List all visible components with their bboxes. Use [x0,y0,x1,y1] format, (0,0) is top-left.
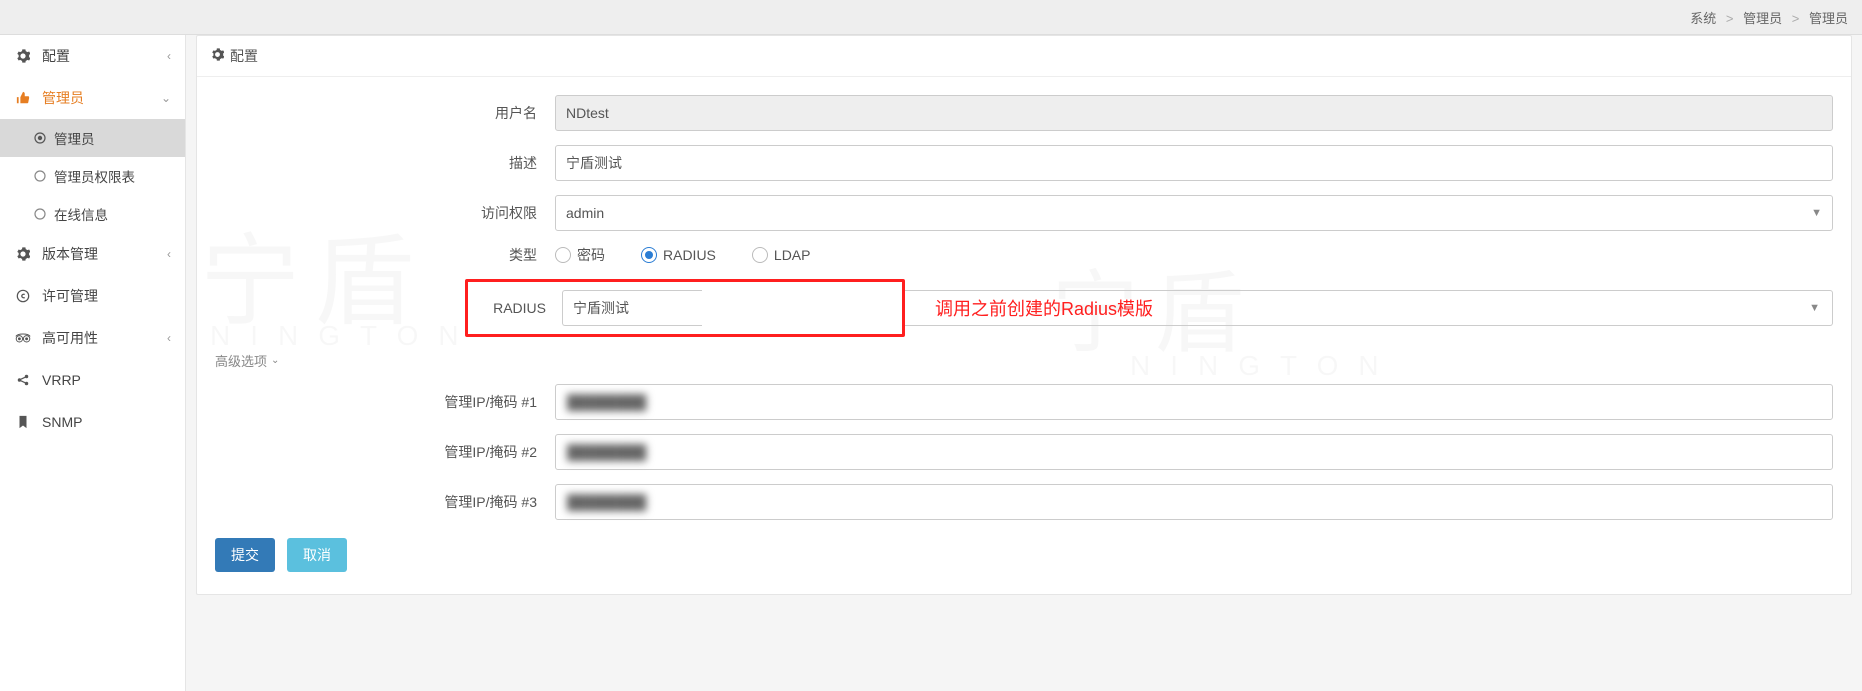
sidebar-item-label: 高可用性 [42,328,98,348]
radio-icon [641,247,657,263]
breadcrumb-2[interactable]: 管理员 [1743,11,1782,26]
username-value: NDtest [566,105,609,121]
annotation-text: 调用之前创建的Radius模版 [935,295,1153,321]
sidebar-item-admin[interactable]: 管理员 ⌄ [0,77,185,119]
tripadvisor-icon [14,332,32,344]
radio-label: LDAP [774,247,811,263]
content-area: 配置 用户名 NDtest 描述 [186,35,1862,691]
config-panel: 配置 用户名 NDtest 描述 [196,35,1852,595]
desc-label: 描述 [215,153,555,173]
radio-empty-icon [34,208,46,220]
breadcrumb-3[interactable]: 管理员 [1809,11,1848,26]
panel-title: 配置 [230,46,258,66]
chevron-left-icon: ‹ [167,331,171,345]
breadcrumb-sep: > [1792,11,1800,26]
sidebar-item-label: 版本管理 [42,244,98,264]
share-icon [14,373,32,387]
sidebar-subitem-label: 管理员 [54,128,95,148]
radio-icon [555,247,571,263]
type-radio-radius[interactable]: RADIUS [641,247,716,263]
sidebar-subitem-online[interactable]: 在线信息 [0,195,185,233]
submit-button[interactable]: 提交 [215,538,275,572]
type-radio-password[interactable]: 密码 [555,245,605,265]
panel-header: 配置 [197,36,1851,77]
cog-icon [14,247,32,261]
radio-icon [752,247,768,263]
radio-label: RADIUS [663,247,716,263]
sidebar-item-snmp[interactable]: SNMP [0,401,185,443]
breadcrumb-sep: > [1726,11,1734,26]
sidebar-item-version[interactable]: 版本管理 ‹ [0,233,185,275]
sidebar-item-label: SNMP [42,414,82,430]
ip2-label: 管理IP/掩码 #2 [215,442,555,462]
ip3-input[interactable] [555,484,1833,520]
radius-value: 宁盾测试 [573,298,629,318]
cancel-button[interactable]: 取消 [287,538,347,572]
username-field: NDtest [555,95,1833,131]
sidebar-item-label: VRRP [42,372,81,388]
perm-select[interactable]: admin ▼ [555,195,1833,231]
caret-down-icon: ▼ [1811,207,1822,219]
type-label: 类型 [215,245,555,265]
sidebar-subitem-admin[interactable]: 管理员 [0,119,185,157]
radius-label: RADIUS [474,300,562,316]
thumbs-up-icon [14,91,32,105]
type-radio-ldap[interactable]: LDAP [752,247,811,263]
radius-select[interactable]: 宁盾测试 [562,290,702,326]
radio-filled-icon [34,132,46,144]
sidebar-item-config[interactable]: 配置 ‹ [0,35,185,77]
caret-down-icon: ▼ [1809,302,1820,314]
desc-input[interactable] [555,145,1833,181]
topbar: 系统 > 管理员 > 管理员 [0,0,1862,35]
perm-label: 访问权限 [215,203,555,223]
radio-empty-icon [34,170,46,182]
gear-icon [211,48,224,64]
radio-label: 密码 [577,245,605,265]
sidebar-subitem-perm[interactable]: 管理员权限表 [0,157,185,195]
sidebar-item-ha[interactable]: 高可用性 ‹ [0,317,185,359]
sidebar-item-vrrp[interactable]: VRRP [0,359,185,401]
sidebar-item-label: 配置 [42,46,70,66]
sidebar-subitem-label: 在线信息 [54,204,108,224]
breadcrumb-1[interactable]: 系统 [1690,11,1716,26]
perm-value: admin [566,205,604,221]
username-label: 用户名 [215,103,555,123]
bookmark-icon [14,415,32,429]
chevron-left-icon: ‹ [167,247,171,261]
ip3-label: 管理IP/掩码 #3 [215,492,555,512]
caret-down-icon: ⌄ [271,355,279,366]
ip2-input[interactable] [555,434,1833,470]
radius-highlight-box: RADIUS 宁盾测试 [465,279,905,337]
copyright-icon [14,289,32,303]
gear-icon [14,49,32,63]
sidebar-item-license[interactable]: 许可管理 [0,275,185,317]
sidebar: 配置 ‹ 管理员 ⌄ 管理员 管理员权限表 在线信息 [0,35,186,691]
ip1-label: 管理IP/掩码 #1 [215,392,555,412]
sidebar-item-label: 管理员 [42,88,84,108]
ip1-input[interactable] [555,384,1833,420]
chevron-down-icon: ⌄ [161,91,171,105]
chevron-left-icon: ‹ [167,49,171,63]
breadcrumb: 系统 > 管理员 > 管理员 [1690,8,1848,27]
advanced-options-toggle[interactable]: 高级选项 ⌄ [215,351,1833,370]
sidebar-subitem-label: 管理员权限表 [54,166,135,186]
advanced-options-label: 高级选项 [215,351,267,370]
sidebar-item-label: 许可管理 [42,286,98,306]
